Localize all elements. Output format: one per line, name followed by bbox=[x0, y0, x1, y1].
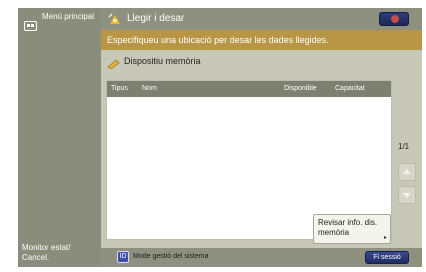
title-bar: Llegir i desar bbox=[101, 8, 422, 30]
logout-label: Fi sessió bbox=[373, 254, 401, 261]
main-menu-label: Menú principal bbox=[42, 12, 95, 21]
sidebar: Menú principal Monitor estat/ Cancel. bbox=[18, 8, 101, 267]
page-title: Llegir i desar bbox=[127, 13, 185, 24]
logout-button[interactable]: Fi sessió bbox=[365, 251, 409, 264]
column-header-type[interactable]: Tipus bbox=[111, 85, 128, 92]
status-bar: ID Mode gestió del sistema Fi sessió bbox=[101, 248, 422, 267]
scroll-down-button[interactable] bbox=[398, 186, 416, 204]
review-memory-info-button[interactable]: Revisar info. dis. memòria ▸ bbox=[313, 214, 391, 244]
page-indicator: 1/1 bbox=[398, 142, 410, 151]
instruction-text: Especifiqueu una ubicació per desar les … bbox=[107, 35, 329, 45]
main-menu-button[interactable]: Menú principal bbox=[18, 8, 101, 42]
status-monitor-label: Monitor estat/ Cancel. bbox=[22, 243, 71, 262]
main-panel: Llegir i desar Especifiqueu una ubicació… bbox=[101, 8, 422, 267]
review-memory-info-label: Revisar info. dis. memòria bbox=[318, 218, 378, 237]
system-mode-label: Mode gestió del sistema bbox=[133, 253, 209, 260]
column-header-available[interactable]: Disponible bbox=[284, 85, 317, 92]
memory-device-row: Dispositiu memòria bbox=[101, 51, 422, 71]
memory-device-label: Dispositiu memòria bbox=[124, 56, 201, 66]
status-monitor-button[interactable]: Monitor estat/ Cancel. bbox=[18, 240, 101, 267]
system-management-icon: ID bbox=[117, 251, 129, 263]
stop-button[interactable] bbox=[379, 12, 409, 26]
column-header-capacity[interactable]: Capacitat bbox=[335, 85, 365, 92]
stop-icon bbox=[391, 15, 399, 23]
scan-and-store-icon bbox=[108, 12, 122, 26]
arrow-right-icon: ▸ bbox=[383, 235, 387, 241]
column-header-name[interactable]: Nom bbox=[142, 85, 157, 92]
memory-device-icon bbox=[107, 56, 120, 70]
screen: Menú principal Monitor estat/ Cancel. Ll… bbox=[0, 0, 426, 272]
home-menu-icon bbox=[24, 18, 37, 31]
arrow-up-icon bbox=[403, 169, 411, 174]
arrow-down-icon bbox=[403, 193, 411, 198]
scroll-up-button[interactable] bbox=[398, 163, 416, 181]
instruction-bar: Especifiqueu una ubicació per desar les … bbox=[101, 30, 422, 50]
file-list-header: Tipus Nom Disponible Capacitat bbox=[107, 81, 391, 97]
